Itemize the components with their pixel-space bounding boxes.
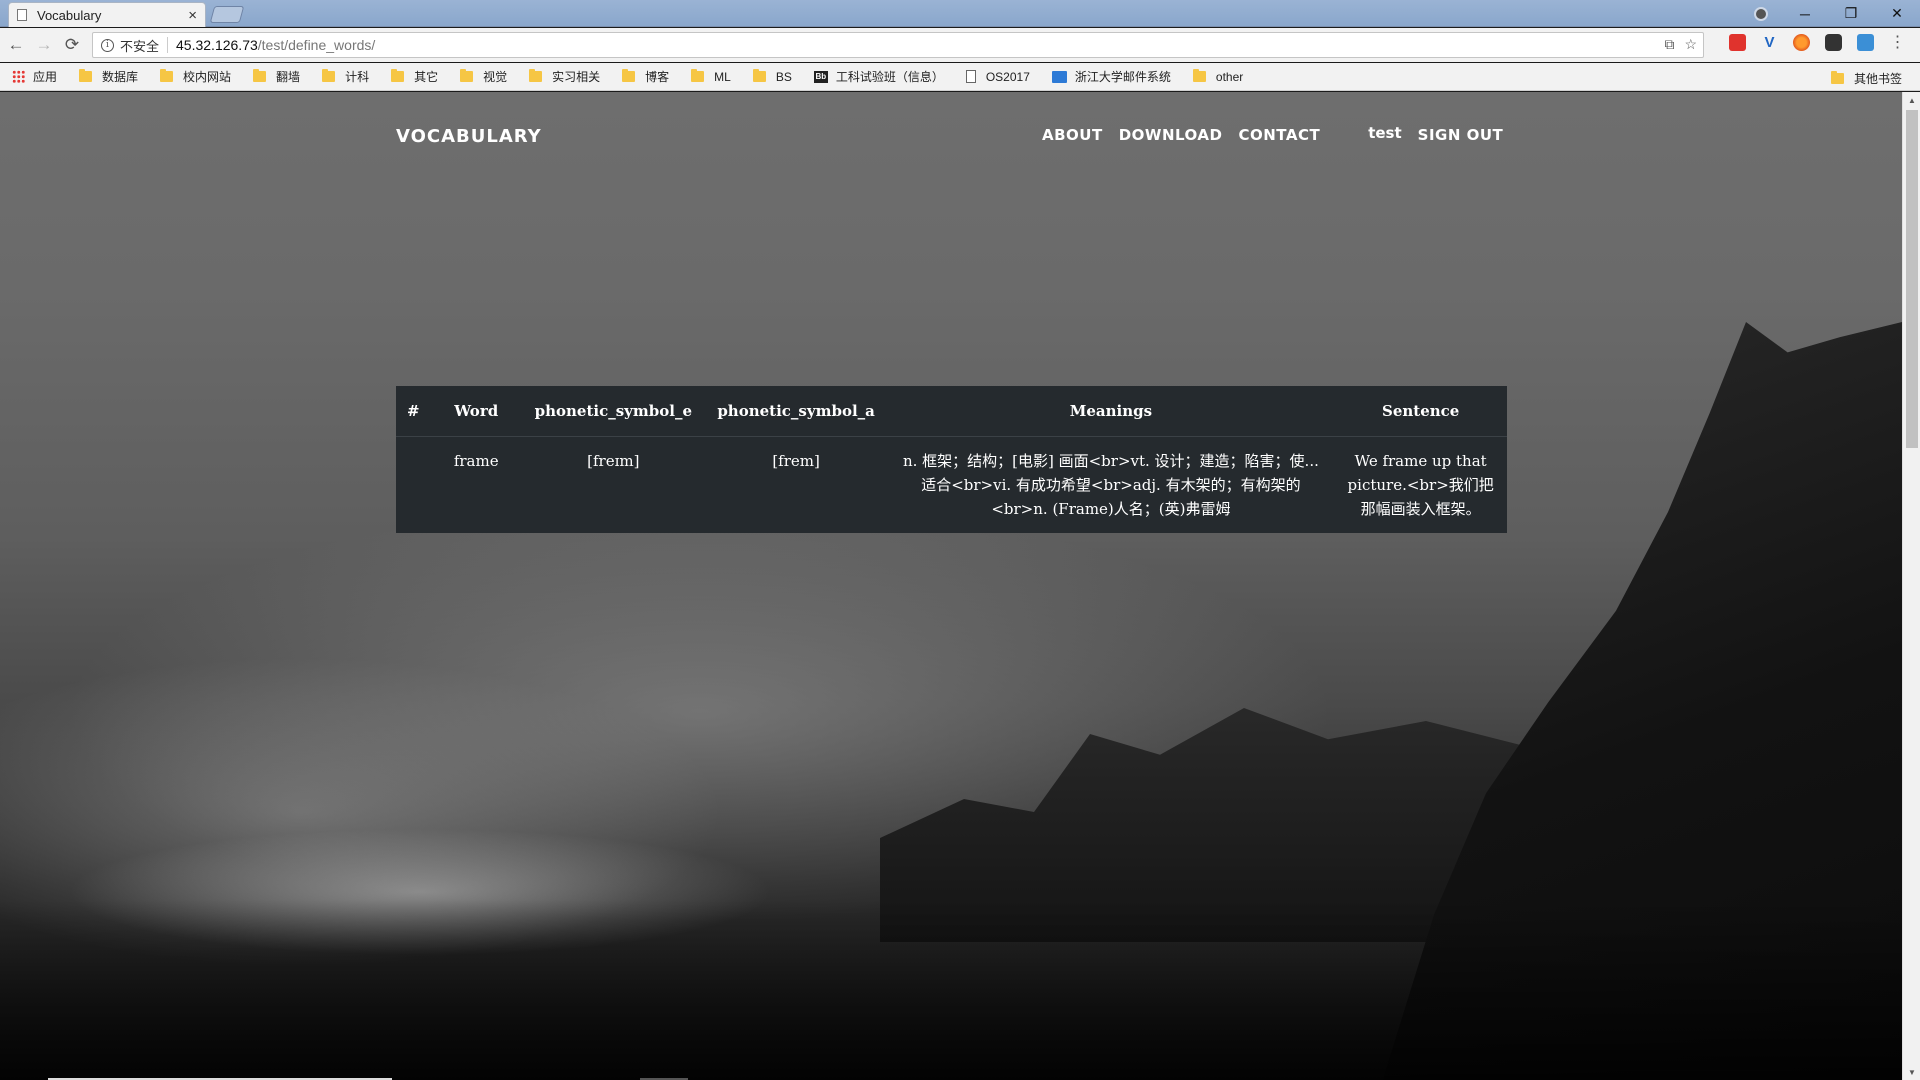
browser-tab[interactable]: Vocabulary × — [8, 2, 206, 27]
row-word: frame — [453, 451, 499, 470]
column-header: phonetic_symbol_a — [704, 386, 888, 437]
column-header: Meanings — [887, 386, 1335, 437]
star-icon[interactable]: ☆ — [1684, 36, 1697, 53]
folder-icon — [460, 69, 474, 82]
scroll-up-icon[interactable]: ▲ — [1903, 92, 1920, 108]
bookmark-item[interactable]: 视觉 — [460, 68, 507, 85]
bookmark-item[interactable]: 计科 — [322, 68, 369, 85]
folder-icon — [322, 69, 336, 82]
security-label: 不安全 — [120, 38, 160, 54]
vocabulary-table: # Word phonetic_symbol_e phonetic_symbol… — [396, 386, 1507, 533]
row-phonetic-a: [frem] — [772, 451, 820, 470]
window-controls: ─ ❐ ✕ — [1754, 0, 1920, 27]
page-scrollbar[interactable]: ▲ ▼ — [1902, 92, 1920, 1080]
folder-icon — [253, 69, 267, 82]
column-header: Word — [430, 386, 522, 437]
extension-blue-icon[interactable] — [1857, 34, 1874, 51]
bookmark-item[interactable]: 实习相关 — [529, 68, 600, 85]
column-header: Sentence — [1334, 386, 1507, 437]
sign-out-link[interactable]: SIGN OUT — [1418, 126, 1504, 144]
bookmark-item[interactable]: BS — [752, 69, 792, 84]
forward-button[interactable]: → — [32, 33, 56, 57]
bookmark-item[interactable]: 校内网站 — [160, 68, 231, 85]
extension-icons: V ⋮ — [1729, 34, 1906, 51]
close-window-button[interactable]: ✕ — [1874, 0, 1920, 27]
background-shade — [0, 900, 1902, 1080]
reload-button[interactable]: ⟳ — [60, 33, 84, 57]
browser-toolbar: ← → ⟳ i 不安全 45.32.126.73 /test/define_wo… — [0, 28, 1920, 62]
scroll-thumb[interactable] — [1906, 110, 1918, 448]
site-brand[interactable]: VOCABULARY — [396, 126, 542, 147]
bookmark-item[interactable]: 其它 — [391, 68, 438, 85]
user-name[interactable]: test — [1368, 124, 1401, 142]
minimize-button[interactable]: ─ — [1782, 0, 1828, 27]
folder-icon — [529, 69, 543, 82]
page-viewport: VOCABULARY ABOUT DOWNLOAD CONTACT test S… — [0, 92, 1902, 1080]
restore-button[interactable]: ❐ — [1828, 0, 1874, 27]
new-tab-button[interactable] — [209, 6, 245, 23]
folder-icon — [622, 69, 636, 82]
site-nav: ABOUT DOWNLOAD CONTACT test SIGN OUT — [1042, 124, 1504, 144]
folder-icon — [79, 69, 93, 82]
bookmark-item[interactable]: 应用 — [12, 68, 57, 85]
bookmark-item[interactable]: 数据库 — [79, 68, 138, 85]
folder-icon — [1830, 71, 1844, 84]
scroll-down-icon[interactable]: ▼ — [1903, 1064, 1920, 1080]
page-icon — [965, 70, 976, 83]
bookmarks-bar: 应用 数据库 校内网站 翻墙 计科 其它 视觉 实习相关 博客 ML BS Bb… — [0, 63, 1920, 91]
column-header: phonetic_symbol_e — [521, 386, 705, 437]
folder-icon — [1192, 69, 1206, 82]
row-index — [396, 436, 431, 533]
url-host: 45.32.126.73 — [176, 37, 258, 53]
folder-icon — [691, 69, 705, 82]
table-row: frame [freɪm] [frem] n. 框架；结构；[电影] 画面<br… — [396, 436, 1507, 533]
other-bookmarks[interactable]: 其他书签 — [1830, 70, 1902, 87]
bookmark-item[interactable]: ML — [691, 69, 731, 84]
row-sentence: We frame up that picture.<br>我们把那幅画装入框架。 — [1347, 451, 1494, 518]
extension-dark-icon[interactable] — [1825, 34, 1842, 51]
extension-red-icon[interactable] — [1729, 34, 1746, 51]
bookmark-item[interactable]: OS2017 — [965, 70, 1030, 84]
apps-icon — [12, 70, 25, 83]
divider — [167, 37, 169, 53]
row-phonetic-e: [freɪm] — [587, 451, 640, 470]
document-icon — [17, 9, 27, 21]
column-header: # — [396, 386, 431, 437]
info-icon[interactable]: i — [101, 38, 114, 52]
bookmark-item[interactable]: 博客 — [622, 68, 669, 85]
back-button[interactable]: ← — [4, 33, 28, 57]
folder-icon — [391, 69, 405, 82]
extension-v-icon[interactable]: V — [1761, 34, 1778, 51]
close-tab-icon[interactable]: × — [188, 7, 197, 24]
profile-icon[interactable] — [1754, 6, 1768, 21]
address-bar[interactable]: i 不安全 45.32.126.73 /test/define_words/ ⧉… — [92, 32, 1704, 58]
bookmark-item[interactable]: Bb 工科试验班（信息） — [813, 68, 944, 85]
extension-orange-icon[interactable] — [1793, 34, 1810, 51]
bb-icon: Bb — [813, 70, 828, 83]
table-header-row: # Word phonetic_symbol_e phonetic_symbol… — [396, 386, 1507, 437]
nav-download[interactable]: DOWNLOAD — [1119, 126, 1223, 144]
folder-icon — [752, 69, 766, 82]
omnibox-actions: ⧉ ☆ — [1664, 36, 1697, 53]
nav-about[interactable]: ABOUT — [1042, 126, 1103, 144]
translate-icon[interactable]: ⧉ — [1664, 36, 1674, 53]
nav-contact[interactable]: CONTACT — [1238, 126, 1320, 144]
url-path: /test/define_words/ — [257, 37, 376, 53]
tab-title: Vocabulary — [37, 7, 102, 23]
mail-icon — [1051, 70, 1067, 83]
browser-menu-icon[interactable]: ⋮ — [1889, 34, 1906, 51]
bookmark-item[interactable]: other — [1192, 69, 1243, 84]
row-meanings: n. 框架；结构；[电影] 画面<br>vt. 设计；建造；陷害；使...适合<… — [902, 451, 1319, 518]
folder-icon — [160, 69, 174, 82]
bookmark-item[interactable]: 浙江大学邮件系统 — [1051, 68, 1171, 85]
tab-strip: Vocabulary × ─ ❐ ✕ — [0, 0, 1920, 27]
bookmark-item[interactable]: 翻墙 — [253, 68, 300, 85]
